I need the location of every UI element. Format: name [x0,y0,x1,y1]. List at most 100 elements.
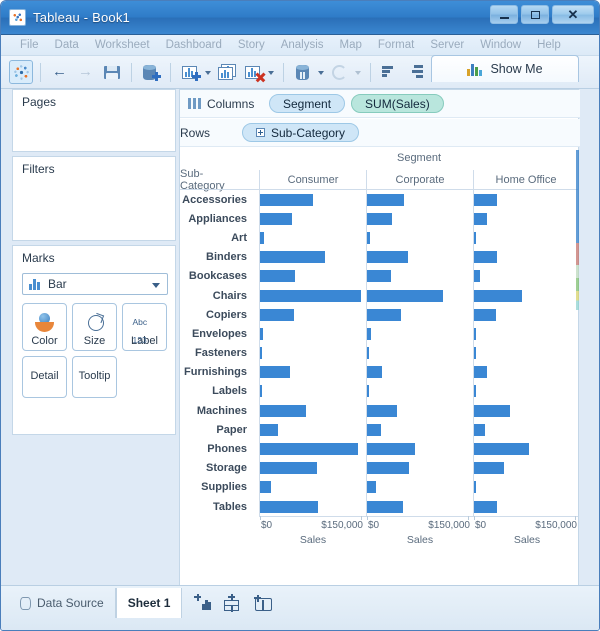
bar-mark[interactable] [367,385,369,398]
row-label[interactable]: Fasteners [180,344,254,363]
row-label[interactable]: Accessories [180,190,254,209]
new-story-icon[interactable] [254,594,273,611]
row-label[interactable]: Art [180,228,254,247]
row-label[interactable]: Supplies [180,478,254,497]
bar-mark[interactable] [474,270,481,283]
expand-plus-icon[interactable] [256,128,265,137]
bar-mark[interactable] [260,231,265,244]
duplicate-sheet-icon[interactable] [215,60,239,84]
bar-mark[interactable] [474,327,477,340]
bar-mark[interactable] [260,308,295,321]
rows-shelf[interactable]: Rows Sub-Category [180,119,580,172]
bar-mark[interactable] [474,500,497,513]
row-label[interactable]: Storage [180,459,254,478]
bar-mark[interactable] [367,251,409,264]
bar-mark[interactable] [474,423,486,436]
pill-segment[interactable]: Segment [269,94,346,113]
chart-panel-header-consumer[interactable]: Consumer [260,170,366,189]
bar-mark[interactable] [367,481,376,494]
new-worksheet-dropdown-icon[interactable] [204,60,213,84]
maximize-icon[interactable] [521,5,549,24]
menu-story[interactable]: Story [230,35,273,56]
new-worksheet-icon[interactable] [194,593,211,611]
back-arrow-icon[interactable]: ← [48,60,72,84]
marks-detail-button[interactable]: Detail [22,356,67,398]
new-worksheet-icon[interactable] [178,60,202,84]
close-icon[interactable]: ✕ [552,5,594,24]
save-icon[interactable] [100,60,124,84]
pill-sum-sales[interactable]: SUM(Sales) [351,94,444,113]
bar-mark[interactable] [367,366,383,379]
sort-ascending-icon[interactable] [378,60,402,84]
bar-mark[interactable] [474,462,505,475]
bar-mark[interactable] [260,385,263,398]
bar-mark[interactable] [367,231,370,244]
bar-mark[interactable] [367,347,369,360]
menu-file[interactable]: File [12,35,47,56]
bar-mark[interactable] [474,481,476,494]
bar-mark[interactable] [367,270,392,283]
bar-mark[interactable] [474,443,529,456]
add-data-source-icon[interactable] [139,60,163,84]
bar-mark[interactable] [260,366,290,379]
row-label[interactable]: Envelopes [180,324,254,343]
bar-mark[interactable] [474,385,476,398]
menu-analysis[interactable]: Analysis [273,35,332,56]
pages-card[interactable]: Pages [12,89,176,152]
bar-mark[interactable] [367,327,371,340]
mark-type-select[interactable]: Bar [22,273,168,295]
show-me-button[interactable]: Show Me [431,55,579,82]
pill-sub-category[interactable]: Sub-Category [242,123,360,142]
clear-sheet-icon[interactable] [241,60,265,84]
refresh-dropdown-icon[interactable] [354,60,363,84]
bar-mark[interactable] [367,500,403,513]
new-dashboard-icon[interactable] [224,593,241,612]
forward-arrow-icon[interactable]: → [74,60,98,84]
tab-sheet-1[interactable]: Sheet 1 [115,588,183,618]
pause-updates-icon[interactable] [291,60,315,84]
bar-mark[interactable] [474,347,476,360]
bar-mark[interactable] [260,251,325,264]
filters-card[interactable]: Filters [12,156,176,241]
menu-worksheet[interactable]: Worksheet [87,35,158,56]
menu-window[interactable]: Window [472,35,529,56]
bar-mark[interactable] [474,251,497,264]
bar-mark[interactable] [367,212,392,225]
row-label[interactable]: Furnishings [180,363,254,382]
menu-format[interactable]: Format [370,35,422,56]
row-label[interactable]: Phones [180,439,254,458]
refresh-icon[interactable] [328,60,352,84]
bar-mark[interactable] [260,193,314,206]
menu-help[interactable]: Help [529,35,569,56]
marks-size-button[interactable]: Size [72,303,117,351]
marks-label-button[interactable]: Abc 123 Label [122,303,167,351]
bar-mark[interactable] [367,308,402,321]
clear-sheet-dropdown-icon[interactable] [267,60,276,84]
bar-mark[interactable] [260,327,264,340]
bar-mark[interactable] [260,212,292,225]
bar-mark[interactable] [260,443,358,456]
bar-mark[interactable] [474,212,488,225]
row-label[interactable]: Tables [180,497,254,516]
chart-canvas[interactable]: Segment Sub-Category Consumer Corporate … [180,148,579,585]
bar-mark[interactable] [474,404,511,417]
chart-panel-header-corporate[interactable]: Corporate [367,170,473,189]
bar-mark[interactable] [367,289,444,302]
tableau-home-icon[interactable] [9,60,33,84]
bar-mark[interactable] [260,289,361,302]
row-label[interactable]: Chairs [180,286,254,305]
menu-data[interactable]: Data [47,35,87,56]
bar-mark[interactable] [474,193,497,206]
row-label[interactable]: Bookcases [180,267,254,286]
row-label[interactable]: Appliances [180,209,254,228]
bar-mark[interactable] [260,347,262,360]
marks-color-button[interactable]: Color [22,303,67,351]
columns-shelf[interactable]: Columns Segment SUM(Sales) [180,90,580,118]
pause-updates-dropdown-icon[interactable] [317,60,326,84]
tab-data-source[interactable]: Data Source [9,588,116,618]
bar-mark[interactable] [367,404,398,417]
chart-panel-header-home-office[interactable]: Home Office [474,170,578,189]
menu-server[interactable]: Server [422,35,472,56]
minimize-icon[interactable] [490,5,518,24]
menu-map[interactable]: Map [332,35,370,56]
